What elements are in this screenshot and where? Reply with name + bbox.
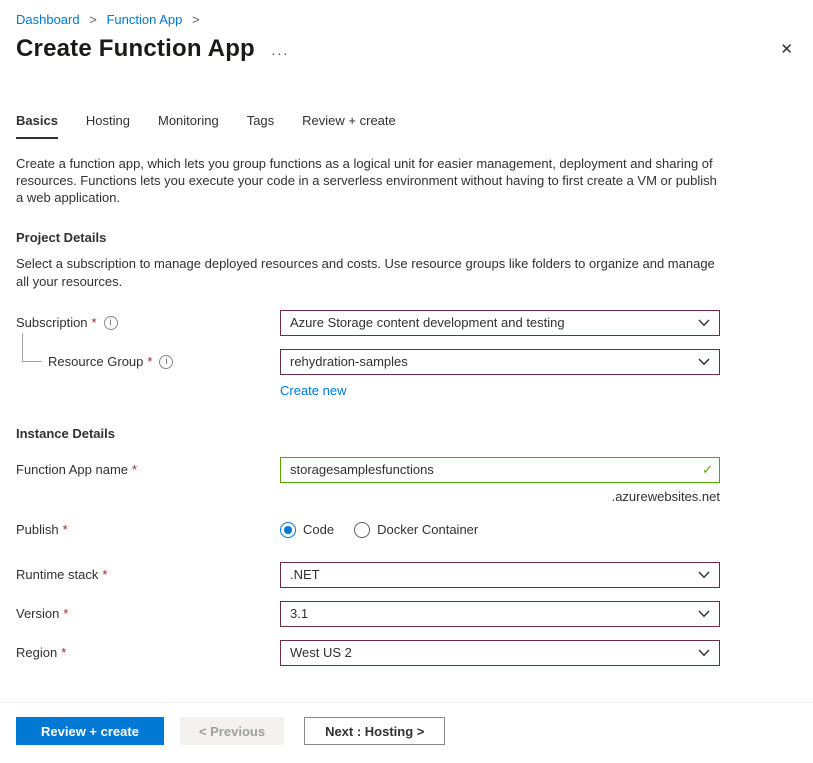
valid-check-icon: ✓ (702, 462, 713, 478)
subscription-label: Subscription (16, 315, 88, 330)
runtime-stack-value: .NET (290, 567, 320, 582)
breadcrumb-function-app[interactable]: Function App (106, 12, 182, 27)
region-dropdown[interactable]: West US 2 (280, 640, 720, 666)
version-value: 3.1 (290, 606, 308, 621)
tab-monitoring[interactable]: Monitoring (158, 113, 219, 139)
required-asterisk: * (63, 606, 68, 621)
function-app-name-input[interactable] (280, 457, 720, 483)
info-icon-glyph: i (165, 357, 167, 366)
publish-option-docker-label: Docker Container (377, 522, 478, 537)
create-new-row: Create new (16, 383, 797, 398)
subscription-value: Azure Storage content development and te… (290, 315, 565, 330)
tree-connector (22, 333, 42, 362)
intro-text: Create a function app, which lets you gr… (16, 155, 722, 206)
publish-option-code-label: Code (303, 522, 334, 537)
breadcrumb: Dashboard > Function App > (16, 12, 797, 27)
info-icon[interactable]: i (104, 316, 118, 330)
domain-suffix-row: .azurewebsites.net (16, 489, 797, 504)
page-title: Create Function App (16, 35, 255, 63)
version-label: Version (16, 606, 59, 621)
resource-group-dropdown[interactable]: rehydration-samples (280, 349, 720, 375)
radio-selected-icon (280, 522, 296, 538)
chevron-down-icon (698, 319, 710, 327)
publish-option-docker[interactable]: Docker Container (354, 522, 478, 538)
region-value: West US 2 (290, 645, 352, 660)
tab-hosting[interactable]: Hosting (86, 113, 130, 139)
breadcrumb-dashboard[interactable]: Dashboard (16, 12, 80, 27)
basics-form: Subscription * i Azure Storage content de… (16, 310, 797, 666)
tab-tags[interactable]: Tags (247, 113, 274, 139)
region-label: Region (16, 645, 57, 660)
tab-review-create[interactable]: Review + create (302, 113, 396, 139)
title-row: Create Function App ··· ✕ (16, 35, 797, 63)
runtime-stack-row: Runtime stack * .NET (16, 562, 797, 588)
breadcrumb-separator: > (192, 12, 200, 27)
info-icon[interactable]: i (159, 355, 173, 369)
tab-bar: Basics Hosting Monitoring Tags Review + … (16, 113, 797, 139)
required-asterisk: * (63, 522, 68, 537)
required-asterisk: * (102, 567, 107, 582)
runtime-stack-label: Runtime stack (16, 567, 98, 582)
publish-row: Publish * Code Docker Container (16, 522, 797, 538)
required-asterisk: * (92, 315, 97, 330)
chevron-down-icon (698, 358, 710, 366)
region-row: Region * West US 2 (16, 640, 797, 666)
review-create-button[interactable]: Review + create (16, 717, 164, 745)
publish-label: Publish (16, 522, 59, 537)
chevron-down-icon (698, 610, 710, 618)
radio-unselected-icon (354, 522, 370, 538)
create-function-app-blade: Dashboard > Function App > Create Functi… (0, 0, 813, 763)
resource-group-row: Resource Group * i rehydration-samples (16, 349, 797, 375)
info-icon-glyph: i (110, 318, 112, 327)
wizard-footer: Review + create < Previous Next : Hostin… (0, 702, 813, 763)
publish-radio-group: Code Docker Container (280, 522, 720, 538)
project-details-heading: Project Details (16, 230, 797, 245)
more-options-icon[interactable]: ··· (271, 45, 289, 62)
resource-group-label: Resource Group (48, 354, 143, 369)
next-hosting-button[interactable]: Next : Hosting > (304, 717, 445, 745)
version-dropdown[interactable]: 3.1 (280, 601, 720, 627)
runtime-stack-dropdown[interactable]: .NET (280, 562, 720, 588)
breadcrumb-separator: > (89, 12, 97, 27)
function-app-name-label: Function App name (16, 462, 128, 477)
required-asterisk: * (61, 645, 66, 660)
close-icon[interactable]: ✕ (776, 38, 797, 60)
previous-button[interactable]: < Previous (180, 717, 284, 745)
required-asterisk: * (132, 462, 137, 477)
tab-basics[interactable]: Basics (16, 113, 58, 139)
project-details-description: Select a subscription to manage deployed… (16, 255, 728, 289)
required-asterisk: * (147, 354, 152, 369)
subscription-row: Subscription * i Azure Storage content de… (16, 310, 797, 336)
publish-option-code[interactable]: Code (280, 522, 334, 538)
subscription-dropdown[interactable]: Azure Storage content development and te… (280, 310, 720, 336)
function-app-name-row: Function App name * ✓ (16, 457, 797, 483)
resource-group-value: rehydration-samples (290, 354, 408, 369)
version-row: Version * 3.1 (16, 601, 797, 627)
create-new-link[interactable]: Create new (280, 383, 346, 398)
instance-details-heading: Instance Details (16, 426, 797, 441)
domain-suffix: .azurewebsites.net (280, 489, 720, 504)
chevron-down-icon (698, 571, 710, 579)
chevron-down-icon (698, 649, 710, 657)
